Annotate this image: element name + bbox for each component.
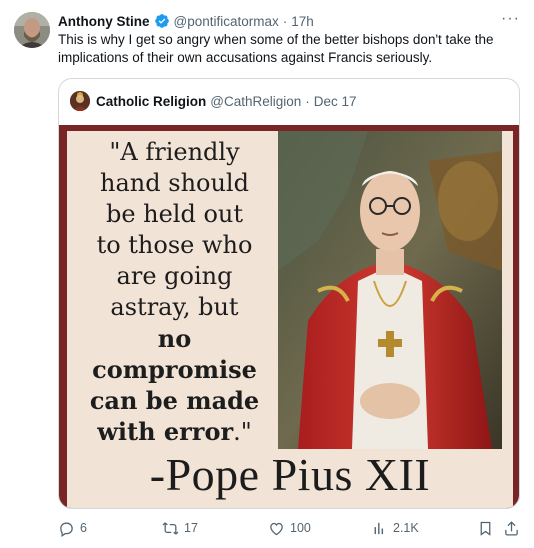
quoted-author-handle: @CathReligion bbox=[210, 93, 302, 109]
separator-dot: · bbox=[282, 13, 288, 29]
quoted-separator-dot: · bbox=[305, 93, 310, 109]
reply-button[interactable]: 6 bbox=[58, 520, 87, 537]
more-options-button[interactable]: ··· bbox=[501, 10, 520, 28]
repost-button[interactable]: 17 bbox=[162, 520, 198, 537]
quote-text: "A friendly hand should be held out to t… bbox=[67, 137, 282, 448]
views-count: 2.1K bbox=[393, 521, 419, 535]
tweet-actions: 6 17 100 2.1K bbox=[58, 520, 520, 540]
quote-last-line: with error." bbox=[67, 416, 282, 448]
tweet[interactable]: Anthony Stine @pontificatormax · 17h ···… bbox=[0, 0, 534, 548]
bookmark-icon bbox=[480, 521, 491, 536]
author-name[interactable]: Anthony Stine bbox=[58, 14, 150, 29]
repost-icon bbox=[162, 522, 179, 535]
quote-line: "A friendly bbox=[109, 138, 240, 166]
quote-line: be held out bbox=[105, 200, 244, 228]
views-icon bbox=[374, 522, 384, 535]
reply-icon bbox=[60, 522, 73, 537]
views-button[interactable]: 2.1K bbox=[371, 520, 419, 537]
quoted-author-avatar[interactable] bbox=[70, 91, 90, 111]
repost-count: 17 bbox=[184, 521, 198, 535]
pope-portrait bbox=[278, 131, 502, 449]
quote-bold-line: compromise bbox=[92, 355, 257, 384]
quote-last-tail: ." bbox=[233, 418, 252, 446]
quote-line: astray, but bbox=[110, 293, 239, 321]
like-count: 100 bbox=[290, 521, 311, 535]
tweet-header: Anthony Stine @pontificatormax · 17h ··· bbox=[58, 10, 520, 31]
author-handle[interactable]: @pontificatormax bbox=[174, 14, 279, 29]
quoted-tweet[interactable]: Catholic Religion @CathReligion · Dec 17… bbox=[58, 78, 520, 509]
reply-count: 6 bbox=[80, 521, 87, 535]
quote-last-bold: with error bbox=[97, 417, 234, 446]
author-avatar[interactable] bbox=[14, 12, 50, 48]
bookmark-button[interactable] bbox=[477, 520, 494, 540]
quoted-image[interactable]: "A friendly hand should be held out to t… bbox=[59, 125, 519, 508]
tweet-text: This is why I get so angry when some of … bbox=[58, 32, 494, 65]
verified-badge-icon bbox=[154, 13, 170, 29]
quote-bold-line: no bbox=[157, 324, 192, 353]
quote-card: "A friendly hand should be held out to t… bbox=[67, 131, 513, 508]
quote-line: to those who bbox=[96, 231, 253, 259]
tweet-time[interactable]: 17h bbox=[291, 14, 314, 29]
quoted-author-name: Catholic Religion bbox=[96, 93, 207, 109]
quote-line: are going bbox=[116, 262, 233, 290]
like-button[interactable]: 100 bbox=[268, 520, 311, 537]
share-button[interactable] bbox=[503, 520, 520, 540]
share-icon bbox=[505, 521, 518, 536]
quoted-time: Dec 17 bbox=[313, 93, 357, 109]
quoted-tweet-header: Catholic Religion @CathReligion · Dec 17 bbox=[70, 91, 357, 111]
heart-icon bbox=[270, 522, 283, 536]
quote-attribution: -Pope Pius XII bbox=[149, 449, 431, 500]
quote-bold-line: can be made bbox=[89, 386, 260, 415]
quote-line: hand should bbox=[100, 169, 249, 197]
